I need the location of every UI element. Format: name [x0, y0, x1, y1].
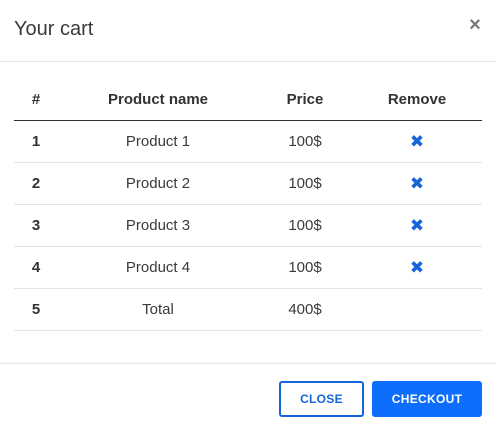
- cart-table: # Product name Price Remove 1 Product 1 …: [14, 78, 482, 331]
- row-number: 4: [14, 246, 58, 289]
- product-name: Product 2: [58, 162, 258, 205]
- row-number: 1: [14, 120, 58, 163]
- total-price: 400$: [258, 288, 352, 331]
- product-price: 100$: [258, 120, 352, 163]
- checkout-button[interactable]: CHECKOUT: [372, 381, 482, 417]
- modal-body: # Product name Price Remove 1 Product 1 …: [14, 78, 482, 331]
- table-header-row: # Product name Price Remove: [14, 78, 482, 121]
- product-price: 100$: [258, 204, 352, 247]
- remove-item-icon[interactable]: ✖: [410, 259, 424, 276]
- remove-cell: ✖: [352, 162, 482, 205]
- modal-footer: CLOSE CHECKOUT: [0, 363, 497, 431]
- cart-modal: Your cart × # Product name Price Remove …: [0, 0, 497, 431]
- product-name: Product 3: [58, 204, 258, 247]
- row-number: 3: [14, 204, 58, 247]
- modal-header: Your cart ×: [0, 0, 497, 62]
- modal-title: Your cart: [14, 18, 94, 40]
- table-row: 4 Product 4 100$ ✖: [14, 246, 482, 289]
- row-number: 5: [14, 288, 58, 331]
- column-header-price: Price: [258, 78, 352, 121]
- table-row: 1 Product 1 100$ ✖: [14, 120, 482, 163]
- remove-cell-empty: [352, 288, 482, 331]
- remove-cell: ✖: [352, 120, 482, 163]
- remove-cell: ✖: [352, 204, 482, 247]
- product-price: 100$: [258, 246, 352, 289]
- row-number: 2: [14, 162, 58, 205]
- table-row: 3 Product 3 100$ ✖: [14, 204, 482, 247]
- product-name: Product 4: [58, 246, 258, 289]
- close-icon[interactable]: ×: [465, 14, 485, 36]
- remove-item-icon[interactable]: ✖: [410, 217, 424, 234]
- table-row-total: 5 Total 400$: [14, 288, 482, 331]
- remove-item-icon[interactable]: ✖: [410, 175, 424, 192]
- remove-item-icon[interactable]: ✖: [410, 133, 424, 150]
- column-header-product-name: Product name: [58, 78, 258, 121]
- product-name: Product 1: [58, 120, 258, 163]
- column-header-remove: Remove: [352, 78, 482, 121]
- product-price: 100$: [258, 162, 352, 205]
- close-button[interactable]: CLOSE: [279, 381, 364, 417]
- column-header-number: #: [14, 78, 58, 121]
- total-label: Total: [58, 288, 258, 331]
- table-row: 2 Product 2 100$ ✖: [14, 162, 482, 205]
- remove-cell: ✖: [352, 246, 482, 289]
